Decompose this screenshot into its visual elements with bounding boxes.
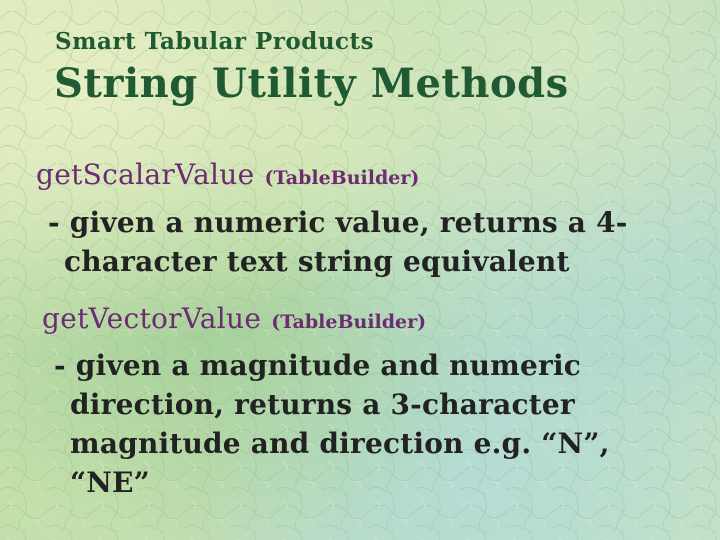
slide-title: String Utility Methods — [54, 60, 569, 107]
description-line: - given a magnitude and numeric — [54, 349, 582, 382]
method-name: getVectorValue — [42, 302, 262, 335]
method-name: getScalarValue — [36, 158, 255, 191]
method-description-get-scalar-value: - given a numeric value, returns a 4- ch… — [48, 203, 628, 281]
description-line: direction, returns a 3-character — [70, 388, 575, 421]
description-line: magnitude and direction e.g. “N”, — [70, 427, 610, 460]
description-line: character text string equivalent — [64, 245, 570, 278]
method-heading-get-scalar-value: getScalarValue (TableBuilder) — [36, 158, 419, 191]
method-heading-get-vector-value: getVectorValue (TableBuilder) — [42, 302, 426, 335]
method-class: (TableBuilder) — [264, 167, 420, 189]
description-line: “NE” — [70, 466, 150, 499]
method-class: (TableBuilder) — [271, 311, 427, 333]
method-description-get-vector-value: - given a magnitude and numeric directio… — [54, 346, 610, 502]
slide-subtitle: Smart Tabular Products — [55, 28, 375, 55]
slide: Smart Tabular Products String Utility Me… — [0, 0, 720, 540]
description-line: - given a numeric value, returns a 4- — [48, 206, 628, 239]
